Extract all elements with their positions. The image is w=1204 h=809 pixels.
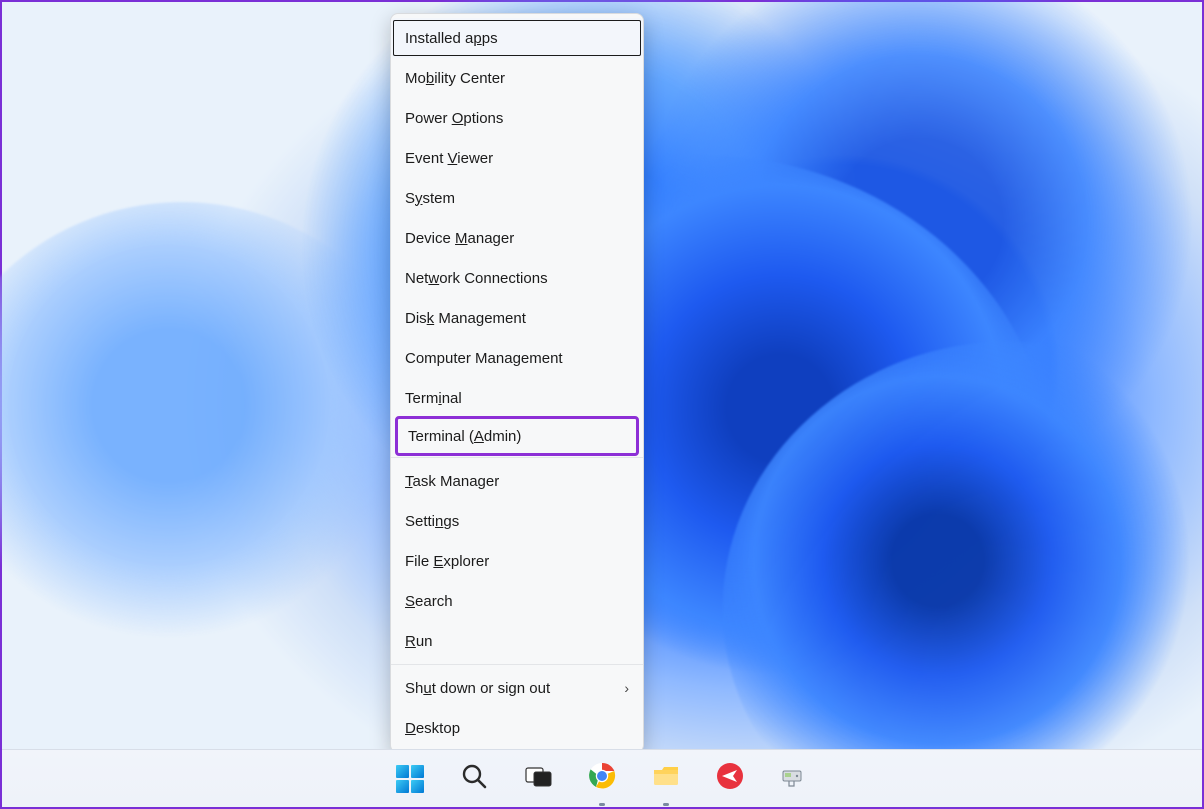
menu-divider [391, 664, 643, 665]
device-icon [779, 761, 809, 796]
menu-item-network-connections[interactable]: Network Connections [391, 258, 643, 298]
menu-item-terminal[interactable]: Terminal [391, 378, 643, 418]
menu-item-label: Mobility Center [405, 70, 505, 87]
menu-item-label: Terminal (Admin) [408, 428, 521, 445]
folder-icon [651, 762, 681, 795]
menu-item-power-options[interactable]: Power Options [391, 98, 643, 138]
running-indicator [663, 803, 669, 806]
menu-item-label: Run [405, 633, 433, 650]
menu-item-label: Settings [405, 513, 459, 530]
menu-item-search[interactable]: Search [391, 581, 643, 621]
menu-item-device-manager[interactable]: Device Manager [391, 218, 643, 258]
menu-item-label: Task Manager [405, 473, 499, 490]
menu-item-settings[interactable]: Settings [391, 501, 643, 541]
search-icon [460, 762, 488, 795]
winx-context-menu: Installed apps Mobility Center Power Optio… [390, 13, 644, 753]
menu-item-label: Event Viewer [405, 150, 493, 167]
windows-logo-icon [396, 765, 424, 793]
menu-item-label: Device Manager [405, 230, 514, 247]
menu-item-task-manager[interactable]: Task Manager [391, 461, 643, 501]
chevron-right-icon: › [624, 680, 629, 696]
running-indicator [599, 803, 605, 806]
menu-item-label: Computer Management [405, 350, 563, 367]
menu-item-event-viewer[interactable]: Event Viewer [391, 138, 643, 178]
menu-item-system[interactable]: System [391, 178, 643, 218]
menu-item-run[interactable]: Run [391, 621, 643, 661]
menu-item-label: Search [405, 593, 453, 610]
menu-item-label: Shut down or sign out [405, 680, 550, 697]
chrome-icon [587, 761, 617, 796]
menu-item-shut-down-or-sign-out[interactable]: Shut down or sign out › [391, 668, 643, 708]
menu-divider [391, 457, 643, 458]
menu-item-terminal-admin[interactable]: Terminal (Admin) [395, 416, 639, 456]
anydesk-button[interactable] [709, 758, 751, 800]
menu-item-installed-apps[interactable]: Installed apps [391, 18, 643, 58]
send-icon [715, 761, 745, 796]
taskbar [2, 749, 1202, 807]
menu-item-label: Desktop [405, 720, 460, 737]
start-button[interactable] [389, 758, 431, 800]
menu-item-label: Power Options [405, 110, 503, 127]
menu-item-label: System [405, 190, 455, 207]
menu-item-computer-management[interactable]: Computer Management [391, 338, 643, 378]
menu-item-label: Network Connections [405, 270, 548, 287]
menu-item-label: File Explorer [405, 553, 489, 570]
menu-item-label: Terminal [405, 390, 462, 407]
search-button[interactable] [453, 758, 495, 800]
chrome-button[interactable] [581, 758, 623, 800]
menu-item-label: Disk Management [405, 310, 526, 327]
menu-item-file-explorer[interactable]: File Explorer [391, 541, 643, 581]
menu-item-mobility-center[interactable]: Mobility Center [391, 58, 643, 98]
task-view-button[interactable] [517, 758, 559, 800]
menu-item-disk-management[interactable]: Disk Management [391, 298, 643, 338]
device-button[interactable] [773, 758, 815, 800]
file-explorer-button[interactable] [645, 758, 687, 800]
menu-item-label: Installed apps [405, 30, 498, 47]
task-view-icon [524, 762, 552, 795]
menu-item-desktop[interactable]: Desktop [391, 708, 643, 748]
